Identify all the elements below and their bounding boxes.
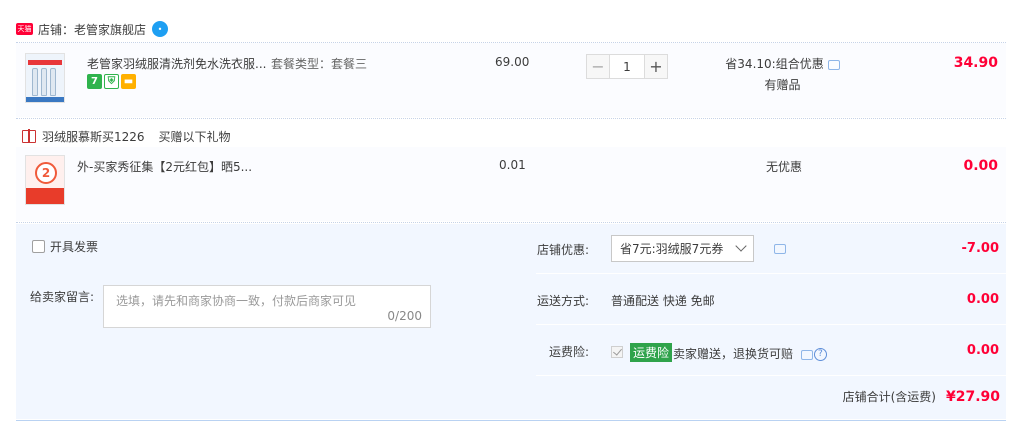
gift-discount: 无优惠 [766,160,803,174]
shipping-amount: 0.00 [966,292,999,307]
gift-note: 有赠品 [764,78,801,92]
shop-name-link[interactable]: 店铺：老管家旗舰店 [38,21,146,38]
gift-title-link[interactable]: 外-买家秀征集【2元红包】晒5... [77,158,252,175]
gift-promo-header: 羽绒服慕斯买1226 买赠以下礼物 [22,128,231,145]
shop-total: 店铺合计(含运费) ¥27.90 [843,388,1000,405]
remark-placeholder: 选填，请先和商家协商一致，付款后商家可见 [116,294,357,308]
insurance-badge: 运费险 [630,343,673,362]
seven-day-return-icon[interactable]: 7 [87,74,102,89]
item-total: 34.90 [953,55,998,71]
shipping-label: 运送方式: [536,294,589,308]
product-title-link[interactable]: 老管家羽绒服清洗剂免水洗衣服... [87,55,266,72]
gift-price: 0.01 [499,158,526,172]
product-thumbnail[interactable] [25,53,65,103]
order-summary: 开具发票 给卖家留言: 选填，请先和商家协商一致，付款后商家可见 0/200 店… [16,224,1006,419]
insurance-amount: 0.00 [966,343,999,358]
shop-total-amount: ¥27.90 [945,389,1000,405]
item-discount: 省34.10:组合优惠 有赠品 [720,55,845,93]
gift-promo-note: 买赠以下礼物 [158,130,231,144]
order-item: 老管家羽绒服清洗剂免水洗衣服... 套餐类型：套餐三 7 ⛨ ▬ 69.00 −… [16,43,1006,117]
message-icon[interactable] [827,59,840,70]
remark-label: 给卖家留言: [30,290,95,304]
shop-discount-row: 店铺优惠: 省7元:羽绒服7元券 -7.00 [536,224,1006,274]
gift-icon [22,129,36,143]
unit-price: 69.00 [495,55,530,69]
product-sku: 套餐类型：套餐三 [271,57,368,71]
divider [16,118,1006,119]
quantity-input[interactable]: 1 [610,54,644,79]
gift-thumbnail[interactable]: 2 [25,155,65,205]
shop-discount-label: 店铺优惠: [536,243,589,257]
card-icon[interactable]: ▬ [121,74,136,89]
red-packet-icon: 2 [35,162,57,184]
chevron-down-icon [735,240,747,252]
message-icon[interactable] [774,244,786,254]
help-icon[interactable]: ? [813,348,827,361]
shield-icon[interactable]: ⛨ [104,74,119,89]
tmall-icon: 天猫 [16,23,33,35]
wangwang-chat-icon[interactable]: • [152,21,169,37]
service-badges: 7 ⛨ ▬ [87,74,136,89]
message-icon[interactable] [800,349,813,360]
invoice-label: 开具发票 [50,240,99,254]
remark-textarea[interactable]: 选填，请先和商家协商一致，付款后商家可见 0/200 [103,285,431,328]
remark-char-count: 0/200 [387,309,422,323]
gift-item: 2 外-买家秀征集【2元红包】晒5... 0.01 无优惠 0.00 [16,147,1006,221]
insurance-description: 卖家赠送，退换货可赔 ? [673,345,827,362]
quantity-stepper: − 1 + [586,54,668,79]
increase-quantity-button[interactable]: + [644,54,668,79]
gift-promo-label: 羽绒服慕斯买1226 [42,130,145,144]
shop-discount-amount: -7.00 [961,241,999,256]
divider [16,420,1006,421]
shop-total-label: 店铺合计(含运费) [842,390,936,404]
insurance-label: 运费险: [548,345,589,359]
invoice-option[interactable]: 开具发票 [32,238,98,255]
insurance-checkbox[interactable] [611,346,623,358]
divider [16,222,1006,223]
shipping-value: 普通配送 快递 免邮 [611,294,715,308]
gift-total: 0.00 [963,158,998,174]
insurance-row: 运费险: 运费险 卖家赠送，退换货可赔 ? 0.00 [536,326,1006,376]
insurance-text: 卖家赠送，退换货可赔 [673,347,794,361]
shipping-row: 运送方式: 普通配送 快递 免邮 0.00 [536,275,1006,325]
discount-text: 省34.10:组合优惠 [725,57,824,71]
shop-header: 天猫 店铺：老管家旗舰店 • [16,16,1006,42]
decrease-quantity-button[interactable]: − [586,54,610,79]
shop-discount-value: 省7元:羽绒服7元券 [620,242,724,256]
invoice-checkbox[interactable] [32,240,45,253]
shop-discount-select[interactable]: 省7元:羽绒服7元券 [611,235,754,262]
